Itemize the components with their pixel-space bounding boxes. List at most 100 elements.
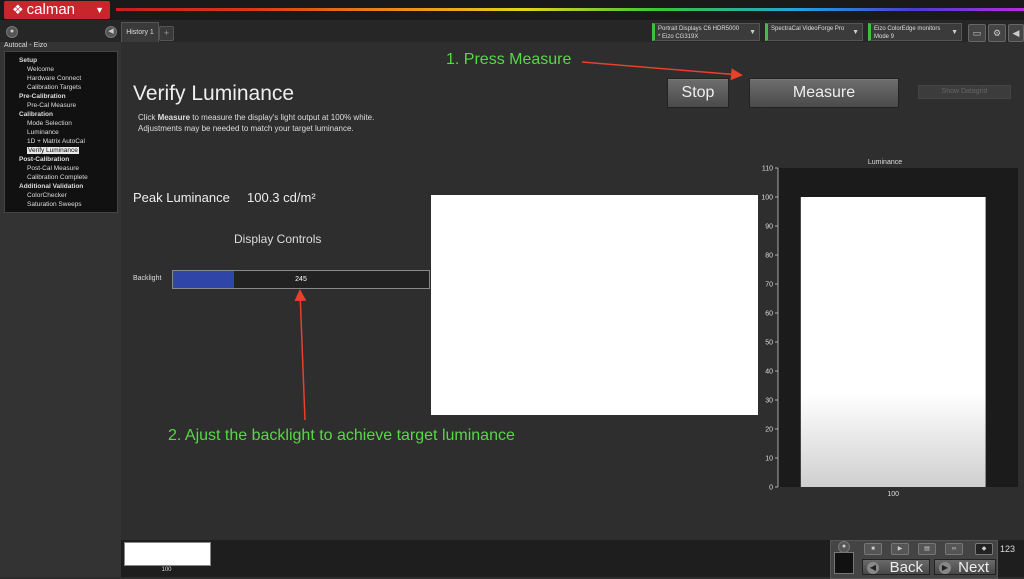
backlight-value: 245 <box>295 276 307 283</box>
y-tick-label: 110 <box>762 166 773 173</box>
sidebar-item-label: Welcome <box>27 66 54 73</box>
sidebar-item-label: Mode Selection <box>27 120 72 127</box>
next-arrow-icon: ▶ <box>939 562 951 574</box>
y-tick-label: 90 <box>765 224 773 231</box>
sidebar-item-label: Verify Luminance <box>27 147 79 154</box>
sidebar-section[interactable]: Setup <box>5 56 117 65</box>
sidebar-section[interactable]: Additional Validation <box>5 182 117 191</box>
save-icon[interactable]: ▤ <box>918 543 936 555</box>
chevron-down-icon: ▼ <box>951 29 958 36</box>
y-tick-label: 100 <box>761 195 773 202</box>
workflow-title: Autocal - Eizo <box>4 42 48 49</box>
sidebar-item[interactable]: Welcome <box>5 65 117 74</box>
device-detail: * Eizo CG319X <box>658 34 699 40</box>
backlight-slider[interactable]: 245 <box>172 270 430 289</box>
gear-icon[interactable]: ⚙ <box>988 24 1006 42</box>
sidebar-item-label: Pre-Cal Measure <box>27 102 77 109</box>
display-device-selector[interactable]: Eizo ColorEdge monitors Mode 9 ▼ <box>868 23 962 41</box>
peak-luminance-value: 100.3 cd/m² <box>247 190 316 205</box>
source-device-selector[interactable]: SpectraCal VideoForge Pro ▼ <box>765 23 863 41</box>
sidebar-item[interactable]: Mode Selection <box>5 119 117 128</box>
tab-history[interactable]: History 1 <box>121 22 159 42</box>
sidebar-item[interactable]: Verify Luminance <box>5 146 117 155</box>
y-tick-label: 30 <box>765 398 773 405</box>
peak-luminance-label: Peak Luminance <box>133 190 230 205</box>
sidebar-item-label: Post-Cal Measure <box>27 165 80 172</box>
page-title: Verify Luminance <box>133 82 295 105</box>
back-arrow-icon: ◀ <box>867 562 879 574</box>
loop-icon[interactable]: ∞ <box>945 543 963 555</box>
measure-button[interactable]: Measure <box>749 78 899 108</box>
sidebar-item-label: Hardware Connect <box>27 75 82 82</box>
add-tab-button[interactable]: + <box>159 26 174 41</box>
back-button[interactable]: ◀ Back <box>862 559 930 576</box>
current-patch-swatch <box>834 552 854 574</box>
chevron-down-icon: ▼ <box>95 5 104 15</box>
stop-button[interactable]: Stop <box>667 78 729 108</box>
sidebar-item[interactable]: ColorChecker <box>5 191 117 200</box>
y-tick-label: 10 <box>765 456 773 463</box>
settings-icon[interactable]: ◆ <box>975 543 993 555</box>
workflow-nav: Setup Welcome Hardware Connect Calibration … <box>4 51 118 213</box>
sidebar-item[interactable]: Calibration Targets <box>5 83 117 92</box>
calman-logo-menu[interactable]: ❖ calman ▼ <box>4 1 110 19</box>
instructions-measure-word: Measure <box>157 113 191 122</box>
sidebar-item-label: 1D + Matrix AutoCal <box>27 138 85 145</box>
sidebar-item[interactable]: 1D + Matrix AutoCal <box>5 137 117 146</box>
sidebar-item-label: Saturation Sweeps <box>27 201 82 208</box>
annotation-step1: 1. Press Measure <box>446 51 572 68</box>
device-detail: Mode 9 <box>874 34 895 40</box>
chevron-down-icon: ▼ <box>852 29 859 36</box>
device-name: Portrait Displays C6 HDR5000 <box>658 26 740 32</box>
sidebar-item[interactable]: Calibration Complete <box>5 173 117 182</box>
show-datagrid-button[interactable]: Show Datagrid <box>918 85 1011 99</box>
instructions-rest: to measure the display's light output at… <box>190 113 375 122</box>
back-icon[interactable]: ◀ <box>1008 24 1024 42</box>
calman-logo-icon: ❖ <box>12 2 24 17</box>
patch-thumbnail-label: 100 <box>161 567 172 573</box>
meter-device-selector[interactable]: Portrait Displays C6 HDR5000 * Eizo CG31… <box>652 23 760 41</box>
instructions-line2: Adjustments may be needed to match your … <box>138 124 354 133</box>
x-category-label: 100 <box>887 491 899 498</box>
home-icon[interactable]: ● <box>6 26 18 38</box>
display-controls-heading: Display Controls <box>234 232 322 246</box>
y-tick-label: 0 <box>769 485 773 492</box>
sidebar-section[interactable]: Pre-Calibration <box>5 92 117 101</box>
display-icon[interactable]: ▭ <box>968 24 986 42</box>
sidebar-item[interactable]: Post-Cal Measure <box>5 164 117 173</box>
device-name: SpectraCal VideoForge Pro <box>771 26 845 32</box>
y-tick-label: 70 <box>765 282 773 289</box>
annotation-step2: 2. Ajust the backlight to achieve target… <box>168 427 515 444</box>
sidebar-item[interactable]: Luminance <box>5 128 117 137</box>
sidebar-section[interactable]: Calibration <box>5 110 117 119</box>
backlight-label: Backlight <box>133 275 162 282</box>
sidebar-section[interactable]: Post-Calibration <box>5 155 117 164</box>
instructions: Click Measure to measure the display's l… <box>138 112 374 134</box>
play-icon[interactable]: ▶ <box>891 543 909 555</box>
y-tick-label: 50 <box>765 340 773 347</box>
device-name: Eizo ColorEdge monitors <box>874 26 941 32</box>
next-button-label: Next <box>958 559 989 576</box>
brand-name: calman <box>26 1 76 18</box>
y-tick-label: 60 <box>765 311 773 318</box>
chevron-down-icon: ▼ <box>749 29 756 36</box>
chart-title: Luminance <box>868 159 902 166</box>
collapse-sidebar-icon[interactable]: ◀ <box>105 26 117 38</box>
rainbow-strip <box>116 8 1024 11</box>
sidebar-item-label: Luminance <box>27 129 59 136</box>
y-tick-label: 80 <box>765 253 773 260</box>
luminance-bar <box>800 197 986 487</box>
luminance-chart: Luminance 0 10 20 30 40 50 60 70 80 90 100 110 100 <box>761 159 1018 498</box>
sidebar-item[interactable]: Hardware Connect <box>5 74 117 83</box>
y-tick-label: 40 <box>765 369 773 376</box>
stop-icon[interactable]: ■ <box>864 543 882 555</box>
y-tick-label: 20 <box>765 427 773 434</box>
sidebar-item-label: Calibration Complete <box>27 174 88 181</box>
back-button-label: Back <box>889 559 923 576</box>
sidebar-item[interactable]: Saturation Sweeps <box>5 200 117 209</box>
sidebar-item[interactable]: Pre-Cal Measure <box>5 101 117 110</box>
measurement-swatch <box>431 195 758 415</box>
sidebar-item-label: Calibration Targets <box>27 84 82 91</box>
patch-thumbnail[interactable] <box>124 542 211 566</box>
next-button[interactable]: ▶ Next <box>934 559 996 576</box>
